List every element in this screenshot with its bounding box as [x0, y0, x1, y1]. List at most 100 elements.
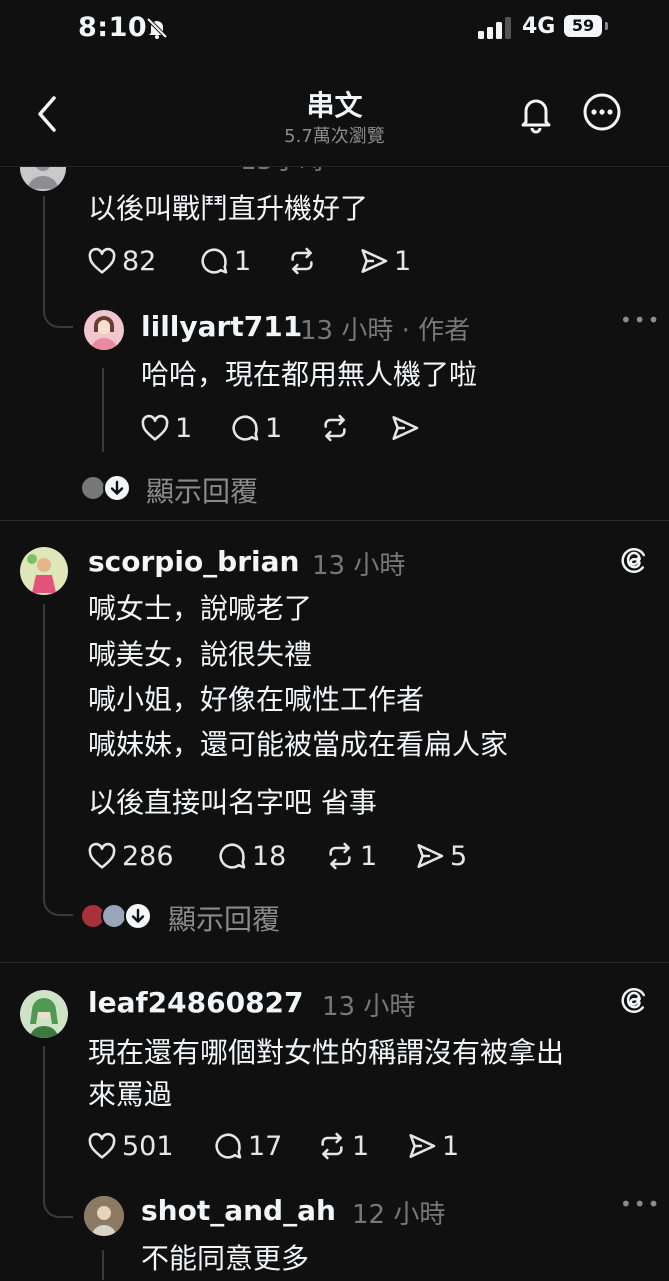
more-icon[interactable]: ••• [620, 1192, 661, 1216]
comment-text: 以後叫戰鬥直升機好了 [88, 192, 369, 225]
divider [0, 962, 669, 963]
reply-count: 18 [252, 840, 287, 872]
avatar[interactable] [20, 990, 68, 1038]
like-count: 286 [122, 840, 174, 872]
share-icon [417, 844, 444, 868]
comment-text-line: 現在還有哪個對女性的稱謂沒有被拿出 [88, 1036, 565, 1069]
like-button[interactable]: 82 [86, 243, 156, 279]
avatar[interactable] [84, 1196, 124, 1236]
reply-button[interactable]: 18 [216, 838, 286, 874]
thread-connector [43, 1186, 73, 1218]
comment-actions: 82 1 1 [86, 243, 446, 279]
share-count: 5 [450, 840, 468, 872]
bell-icon[interactable] [518, 94, 554, 138]
top-nav: 串文 5.7萬次瀏覽 [0, 60, 669, 167]
comment-icon [232, 415, 259, 441]
avatar[interactable] [20, 547, 68, 595]
thread-line [102, 1250, 104, 1280]
expand-replies-icon[interactable] [124, 902, 152, 930]
heart-icon [88, 1132, 116, 1159]
share-icon [361, 249, 388, 273]
share-button[interactable] [389, 410, 421, 446]
reply-button[interactable]: 1 [229, 410, 282, 446]
comment-username[interactable]: lillyart711 [141, 310, 302, 343]
repost-button[interactable]: 1 [324, 838, 377, 874]
network-type: 4G [522, 14, 556, 39]
comment-text: 不能同意更多 [141, 1242, 310, 1275]
share-button[interactable]: 1 [406, 1128, 459, 1164]
comment-icon [201, 248, 228, 274]
thread-line [43, 196, 45, 306]
like-count: 82 [122, 245, 157, 277]
comment-time: 13 小時 · 作者 [300, 316, 471, 346]
comment-text-line: 喊小姐，好像在喊性工作者 [88, 683, 425, 716]
silent-bell-icon [145, 16, 169, 44]
repost-count: 1 [360, 840, 378, 872]
repost-icon [324, 414, 346, 442]
thread-line [102, 368, 104, 452]
like-button[interactable]: 1 [139, 410, 192, 446]
comment-text-line: 來罵過 [88, 1078, 173, 1111]
share-icon [392, 416, 419, 440]
heart-icon [88, 247, 116, 274]
comment-icon [219, 843, 246, 869]
more-icon[interactable]: ••• [620, 308, 661, 332]
like-count: 501 [122, 1130, 174, 1162]
repost-icon [291, 247, 313, 275]
more-options-icon[interactable] [582, 92, 622, 136]
reply-button[interactable]: 17 [212, 1128, 282, 1164]
share-count: 1 [394, 245, 412, 277]
reply-count: 1 [265, 412, 283, 444]
comment-actions: 286 18 1 5 [86, 838, 506, 874]
like-button[interactable]: 286 [86, 838, 174, 874]
status-bar: 8:10 4G 59 [0, 0, 669, 60]
avatar[interactable] [84, 310, 124, 350]
battery-level: 59 [564, 15, 602, 37]
like-count: 1 [175, 412, 193, 444]
expand-replies-icon[interactable] [103, 474, 131, 502]
share-count: 1 [442, 1130, 460, 1162]
like-button[interactable]: 501 [86, 1128, 174, 1164]
page-title: 串文 [306, 89, 363, 122]
repost-icon [321, 1132, 343, 1160]
comment-username[interactable]: shot_and_ah [141, 1194, 336, 1227]
repost-button[interactable]: 1 [316, 1128, 369, 1164]
thread-connector [43, 874, 73, 916]
share-icon [409, 1134, 436, 1158]
thread-connector [43, 296, 73, 328]
reply-count: 1 [234, 245, 252, 277]
reply-button[interactable]: 1 [198, 243, 251, 279]
comment-text: 哈哈，現在都用無人機了啦 [141, 358, 478, 391]
comment-username[interactable]: leaf24860827 [88, 986, 304, 1019]
threads-icon[interactable] [619, 545, 649, 579]
comment-text-line: 喊妹妹，還可能被當成在看扁人家 [88, 728, 509, 761]
share-button[interactable]: 5 [414, 838, 467, 874]
repost-icon [329, 842, 351, 870]
comment-text-line: 喊女士，說喊老了 [88, 592, 313, 625]
comment-text-line: 以後直接叫名字吧 省事 [88, 786, 377, 819]
comment-time: 13 小時 [322, 992, 416, 1022]
threads-icon[interactable] [619, 985, 649, 1019]
signal-icon [478, 17, 514, 43]
thread-line [43, 604, 45, 884]
comment-actions: 1 1 [139, 410, 439, 446]
heart-icon [141, 414, 169, 441]
comment-actions: 501 17 1 1 [86, 1128, 486, 1164]
reply-count: 17 [248, 1130, 283, 1162]
show-replies-link[interactable]: 顯示回覆 [168, 898, 280, 938]
heart-icon [88, 842, 116, 869]
repost-button[interactable] [286, 243, 322, 279]
divider [0, 520, 669, 521]
show-replies-link[interactable]: 顯示回覆 [146, 470, 258, 510]
comment-icon [215, 1133, 242, 1159]
comment-username[interactable]: scorpio_brian [88, 545, 299, 578]
comment-time: 13 小時 [312, 551, 406, 581]
share-button[interactable]: 1 [358, 243, 411, 279]
thread-line [43, 1046, 45, 1196]
comment-text-line: 喊美女，說很失禮 [88, 638, 313, 671]
view-count: 5.7萬次瀏覽 [284, 126, 385, 147]
repost-count: 1 [352, 1130, 370, 1162]
repost-button[interactable] [319, 410, 351, 446]
status-time: 8:10 [78, 12, 148, 43]
comment-time: 12 小時 [352, 1200, 446, 1230]
